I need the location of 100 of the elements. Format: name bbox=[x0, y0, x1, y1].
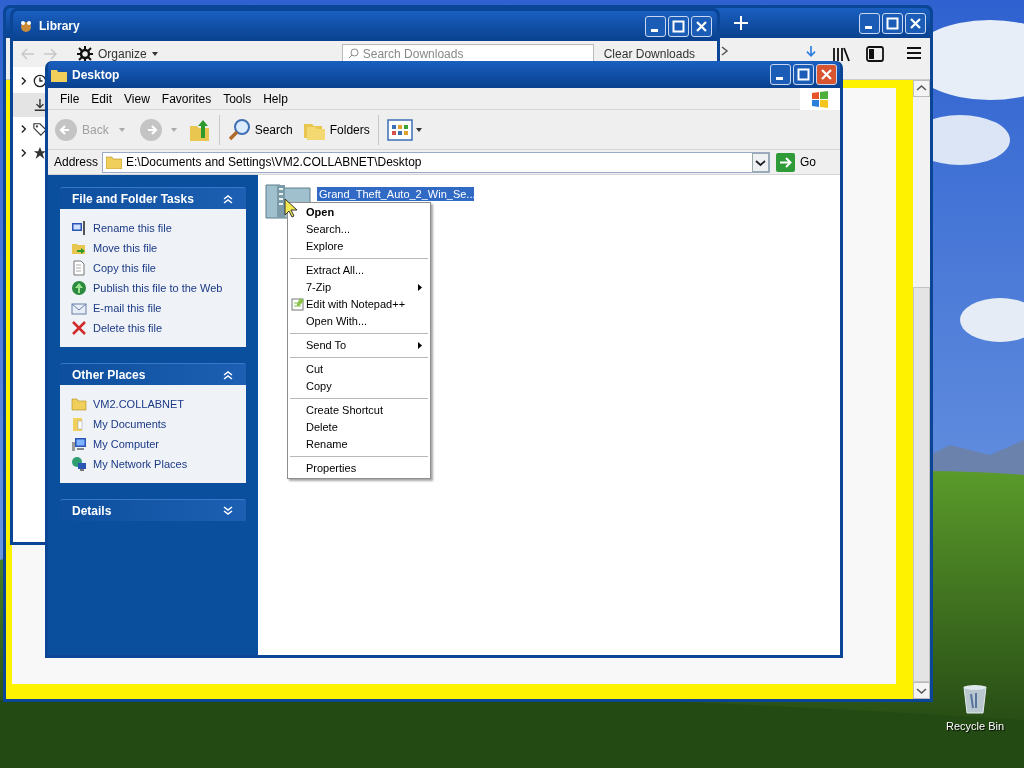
menu-item[interactable]: Send To bbox=[290, 337, 428, 354]
menu-item[interactable]: View bbox=[118, 89, 156, 108]
address-field[interactable]: E:\Documents and Settings\VM2.COLLABNET\Desktop bbox=[102, 151, 770, 173]
maximize-icon bbox=[797, 68, 810, 81]
minimize-button[interactable] bbox=[859, 12, 880, 34]
pane-title: Other Places bbox=[72, 366, 147, 384]
close-icon bbox=[909, 16, 922, 30]
magnifier-icon bbox=[227, 117, 252, 142]
menu-item[interactable]: Delete bbox=[290, 419, 428, 436]
task-link[interactable]: E-mail this file bbox=[93, 299, 162, 317]
views-icon[interactable] bbox=[386, 118, 413, 141]
menu-icon[interactable] bbox=[906, 46, 922, 60]
task-link[interactable]: My Documents bbox=[93, 415, 167, 433]
submenu-arrow-icon bbox=[418, 342, 422, 349]
library-icon[interactable] bbox=[832, 46, 850, 62]
library-logo-icon bbox=[18, 19, 34, 33]
sidebar-icon[interactable] bbox=[866, 46, 884, 62]
windows-logo-icon bbox=[800, 87, 840, 110]
submenu-arrow-icon bbox=[418, 284, 422, 291]
window-title: Library bbox=[39, 18, 80, 35]
minimize-button[interactable] bbox=[770, 64, 791, 85]
trash-bin-icon[interactable] bbox=[962, 684, 988, 714]
maximize-button[interactable] bbox=[882, 12, 903, 34]
scroll-thumb[interactable] bbox=[913, 287, 930, 682]
go-button[interactable]: Go bbox=[774, 152, 818, 172]
task-link[interactable]: My Network Places bbox=[93, 455, 188, 473]
menu-item[interactable]: Tools bbox=[217, 89, 258, 108]
task-link[interactable]: Rename this file bbox=[93, 219, 172, 237]
menu-item[interactable]: Help bbox=[257, 89, 294, 108]
menu-item[interactable]: Extract All... bbox=[290, 262, 428, 279]
menu-item[interactable]: Open With... bbox=[290, 313, 428, 330]
pane-header[interactable]: Other Places bbox=[60, 363, 246, 385]
pane-header[interactable]: File and Folder Tasks bbox=[60, 187, 246, 209]
search-field[interactable]: Search Downloads bbox=[341, 44, 594, 64]
cursor-icon bbox=[284, 198, 298, 218]
menu-item[interactable]: Search... bbox=[290, 221, 428, 238]
close-button[interactable] bbox=[816, 64, 837, 85]
close-button[interactable] bbox=[905, 12, 926, 34]
desktop-icon-label[interactable]: Recycle Bin bbox=[945, 718, 1005, 735]
address-text: E:\Documents and Settings\VM2.COLLABNET\Desktop bbox=[126, 154, 423, 171]
caret-icon bbox=[151, 52, 158, 56]
sidebar-item[interactable] bbox=[13, 93, 47, 117]
menu-item[interactable]: Create Shortcut bbox=[290, 402, 428, 419]
scroll-up-icon[interactable] bbox=[913, 80, 930, 97]
pane-title: Details bbox=[72, 502, 113, 520]
pane-header[interactable]: Details bbox=[60, 499, 246, 521]
file-name[interactable]: Grand_Theft_Auto_2_Win_Se... bbox=[317, 187, 474, 201]
search-icon bbox=[347, 48, 359, 59]
notepad-icon bbox=[291, 297, 305, 311]
page-icon bbox=[71, 260, 87, 276]
maximize-icon bbox=[886, 16, 899, 30]
task-link[interactable]: VM2.COLLABNET bbox=[93, 395, 185, 413]
folders-button[interactable]: Folders bbox=[302, 118, 370, 141]
collapse-icon[interactable] bbox=[222, 368, 234, 381]
menu-item[interactable]: Edit bbox=[85, 89, 119, 108]
collapse-icon[interactable] bbox=[222, 192, 234, 205]
window-title: Desktop bbox=[72, 66, 120, 84]
organize-button[interactable]: Organize bbox=[77, 45, 158, 63]
menu-item[interactable]: File bbox=[54, 89, 86, 108]
dropdown-icon[interactable] bbox=[752, 152, 769, 172]
minimize-button[interactable] bbox=[645, 15, 666, 37]
scrollbar[interactable] bbox=[913, 80, 930, 699]
folder-icon bbox=[106, 155, 123, 169]
caret-icon[interactable] bbox=[415, 127, 422, 132]
minimize-icon bbox=[864, 25, 872, 29]
task-link[interactable]: My Computer bbox=[93, 435, 160, 453]
new-tab-icon[interactable] bbox=[734, 16, 748, 30]
close-icon bbox=[695, 19, 708, 33]
menu-item[interactable]: Properties bbox=[290, 460, 428, 477]
globe-icon bbox=[71, 280, 87, 296]
maximize-button[interactable] bbox=[668, 15, 689, 37]
pane-title: File and Folder Tasks bbox=[72, 190, 195, 208]
chevron-icon[interactable] bbox=[721, 46, 729, 56]
address-label: Address bbox=[54, 154, 99, 171]
tag-icon bbox=[33, 121, 47, 137]
search-button[interactable]: Search bbox=[227, 117, 293, 142]
task-link[interactable]: Publish this file to the Web bbox=[93, 279, 223, 297]
expand-icon[interactable] bbox=[222, 504, 234, 517]
close-button[interactable] bbox=[691, 15, 712, 37]
menu-item[interactable]: Favorites bbox=[155, 89, 218, 108]
download-icon[interactable] bbox=[804, 46, 818, 59]
download-icon bbox=[33, 97, 47, 113]
menu-item[interactable]: Rename bbox=[290, 436, 428, 453]
menu-item[interactable]: Explore bbox=[290, 238, 428, 255]
delete-icon bbox=[71, 320, 87, 336]
minimize-icon bbox=[650, 28, 658, 32]
maximize-icon bbox=[672, 19, 685, 33]
task-link[interactable]: Move this file bbox=[93, 239, 158, 257]
gear-icon bbox=[77, 46, 93, 62]
menu-item[interactable]: 7-Zip bbox=[290, 279, 428, 296]
menu-item[interactable]: Edit with Notepad++ bbox=[290, 296, 428, 313]
menu-item[interactable]: Copy bbox=[290, 378, 428, 395]
scroll-down-icon[interactable] bbox=[913, 682, 930, 699]
computer-icon bbox=[71, 436, 87, 452]
task-link[interactable]: Delete this file bbox=[93, 319, 163, 337]
task-link[interactable]: Copy this file bbox=[93, 259, 156, 277]
menu-item[interactable]: Cut bbox=[290, 361, 428, 378]
maximize-button[interactable] bbox=[793, 64, 814, 85]
folder-icon bbox=[71, 396, 87, 412]
network-icon bbox=[71, 456, 87, 472]
